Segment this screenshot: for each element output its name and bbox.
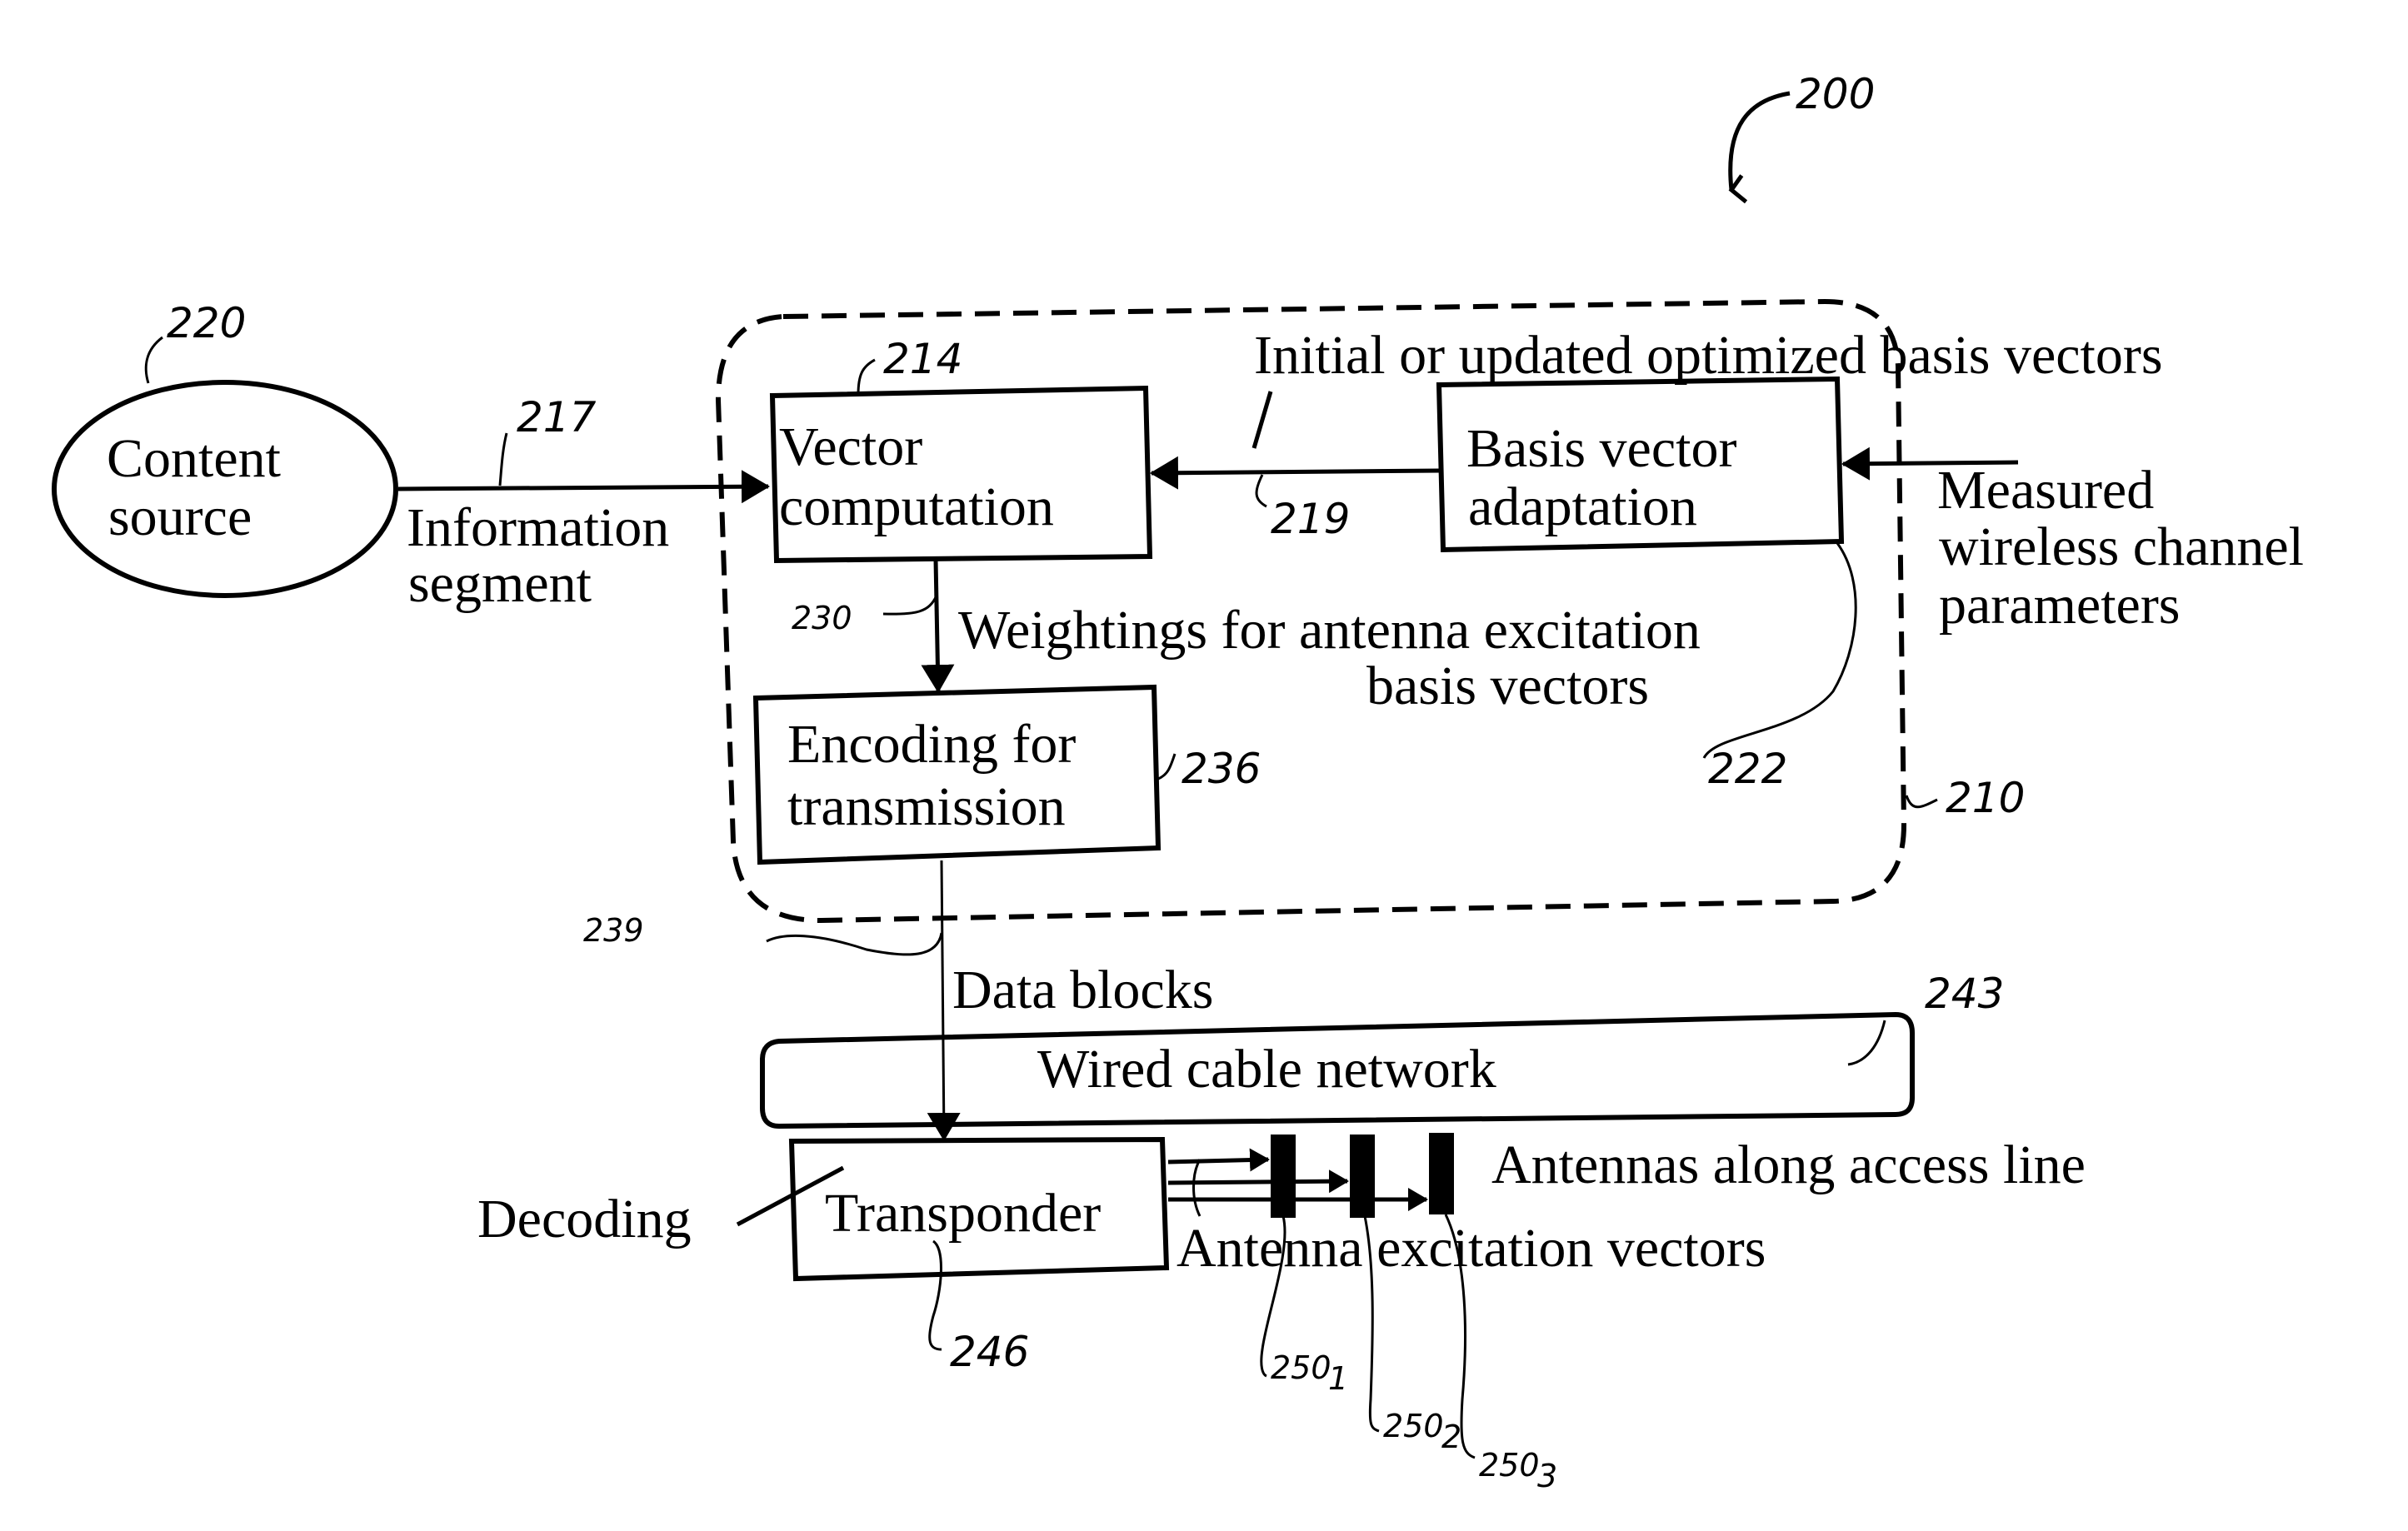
transponder-ref-leader [928,1239,942,1351]
measured-input-text-line2: wireless channel [1939,516,2304,577]
excitation-ellipsis-marker [1192,1159,1202,1217]
antenna-1 [1271,1135,1296,1218]
transponder-ref: 246 [950,1328,1029,1376]
transponder-node: Transponder Decoding 246 [477,1136,1170,1376]
processing-block-ref-leader [1905,795,1938,809]
data-blocks-arrow [927,860,961,1141]
basis-vector-adaptation-node: Basis vector adaptation 222 [1436,376,1857,793]
encoding-text-line2: transmission [787,776,1066,837]
figure-reference: 200 [1728,70,1875,204]
optimized-basis-text: Initial or updated optimized basis vecto… [1254,325,2163,386]
information-segment-arrow [397,470,770,504]
content-source-node: Content source 220 [52,299,398,598]
antenna-1-ref-sub: 1 [1328,1360,1348,1397]
vector-computation-ref: 214 [883,335,962,383]
optimized-basis-ref-leader [1255,474,1267,508]
vector-computation-text-line1: Vector [779,416,922,477]
basis-vector-adaptation-text-line2: adaptation [1468,476,1697,537]
antenna-3-ref: 250 [1479,1447,1540,1484]
weightings-ref: 230 [792,600,852,636]
wired-cable-network-node: Wired cable network 243 [760,970,2004,1130]
content-source-ref-leader [144,336,163,384]
basis-vector-adaptation-text-line1: Basis vector [1466,418,1736,479]
excitation-arrow-1 [1167,1148,1270,1172]
encoding-ref-leader [1157,753,1177,780]
antenna-1-ref: 250 [1271,1349,1331,1386]
information-segment-link: 217 Information segment [397,393,770,614]
data-blocks-text: Data blocks [952,960,1213,1020]
transponder-text: Transponder [825,1183,1101,1244]
information-segment-text-line2: segment [408,553,592,614]
patent-figure: 200 Content source 220 217 Information s… [52,70,2304,1494]
optimized-basis-label-leader [1251,391,1273,449]
information-segment-ref-leader [498,432,508,486]
data-blocks-ref: 239 [583,912,644,949]
wired-cable-network-ref-leader [1847,1020,1886,1066]
figure-reference-label: 200 [1796,70,1875,118]
information-segment-text-line1: Information [407,497,669,558]
wired-cable-network-ref: 243 [1925,970,2004,1018]
optimized-basis-ref: 219 [1271,495,1350,543]
encoding-ref: 236 [1182,745,1261,793]
measured-input-text-line3: parameters [1939,575,2181,636]
vector-computation-node: Vector computation 214 [769,335,1153,564]
vector-computation-ref-leader [857,358,876,396]
weightings-ref-leader [882,595,938,616]
antenna-array: Antennas along access line Antenna excit… [1167,1133,2086,1494]
measured-input: Measured wireless channel parameters [1841,446,2304,636]
weightings-text-line2: basis vectors [1366,656,1649,716]
encoding-node: Encoding for transmission 236 [752,684,1261,865]
antenna-2-ref-sub: 2 [1441,1419,1461,1455]
content-source-ref: 220 [167,299,246,347]
weightings-arrow [921,559,955,693]
encoding-text-line1: Encoding for [787,714,1076,775]
vector-computation-text-line2: computation [779,476,1054,537]
content-source-text-line1: Content [107,428,281,489]
figure-reference-arrow [1728,91,1791,204]
optimized-basis-arrow [1150,456,1440,490]
decoding-text: Decoding [477,1189,692,1249]
antenna-excitation-text: Antenna excitation vectors [1177,1218,1766,1279]
measured-input-text-line1: Measured [1937,460,2154,521]
antenna-3-ref-sub: 3 [1537,1458,1557,1494]
processing-block-ref: 210 [1946,774,2025,822]
antenna-2-ref: 250 [1383,1408,1444,1444]
wired-cable-network-text: Wired cable network [1037,1039,1496,1100]
basis-vector-adaptation-ref: 222 [1708,745,1787,793]
weightings-text-line1: Weightings for antenna excitation [958,600,1701,661]
basis-vector-adaptation-ref-leader [1702,542,1857,759]
antennas-text: Antennas along access line [1491,1135,2086,1195]
antenna-3 [1429,1133,1454,1214]
information-segment-ref: 217 [517,393,597,441]
antenna-2 [1350,1135,1375,1218]
content-source-text-line2: source [108,486,252,547]
data-blocks-ref-leader [766,932,943,956]
